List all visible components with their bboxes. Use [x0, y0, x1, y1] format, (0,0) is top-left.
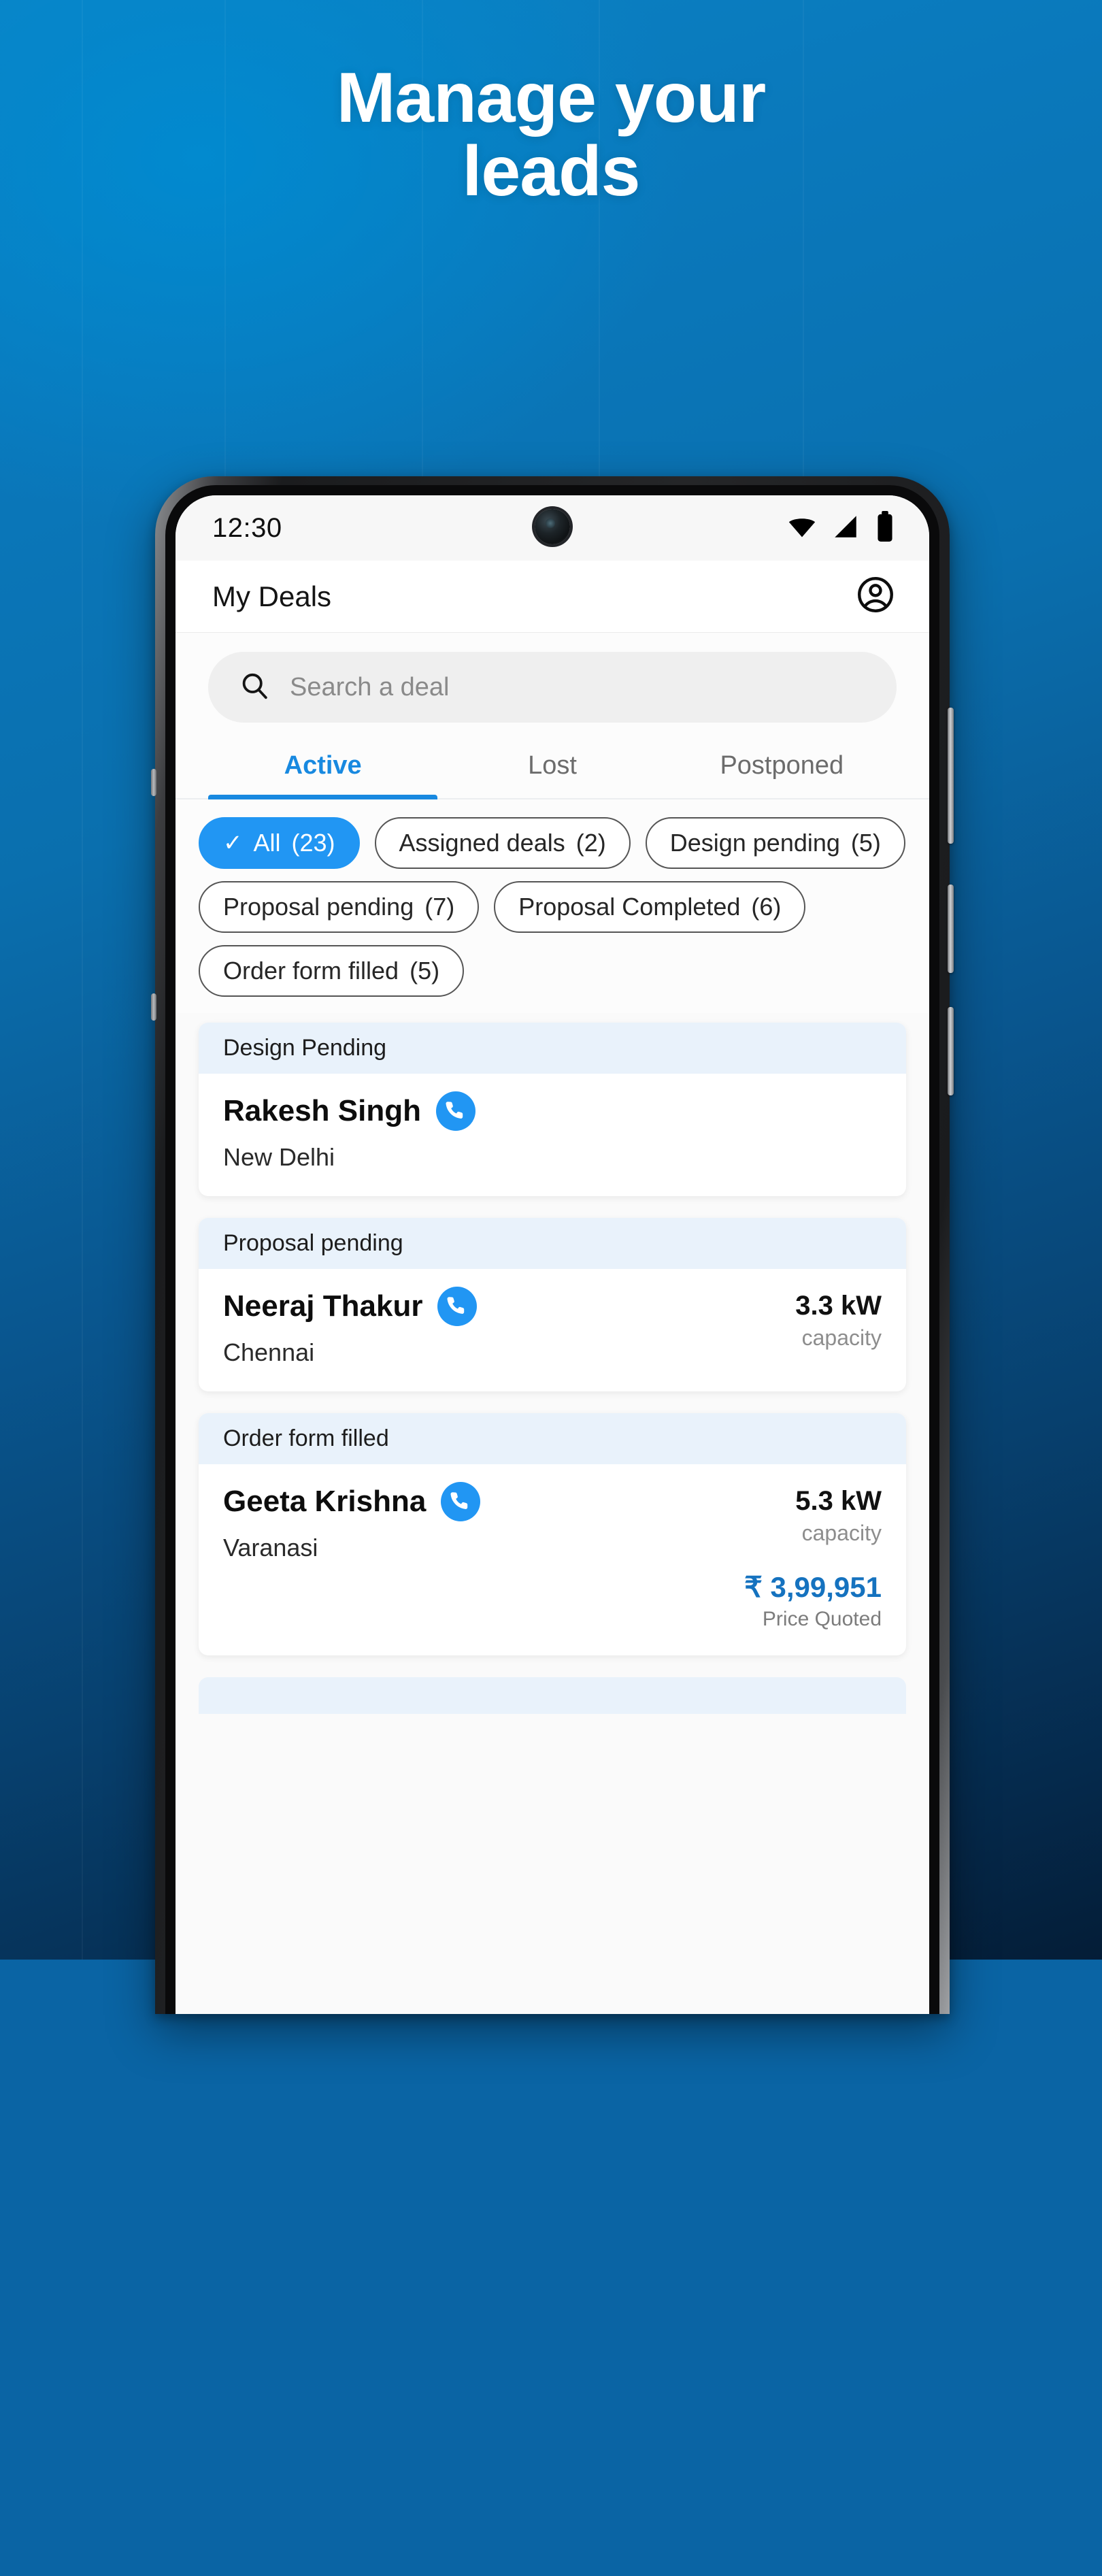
deal-price-value: ₹ 3,99,951: [744, 1571, 882, 1603]
search-section: Search a deal: [176, 633, 929, 731]
deal-city: Varanasi: [223, 1534, 318, 1562]
status-bar-time: 12:30: [212, 512, 282, 543]
deal-name-row: Rakesh Singh: [223, 1091, 688, 1131]
deal-card[interactable]: Proposal pending Neeraj Thakur Chennai 3…: [199, 1218, 906, 1391]
check-icon: ✓: [223, 830, 243, 856]
chip-label: Proposal Completed: [518, 893, 741, 921]
deal-name-row: Geeta Krishna: [223, 1482, 688, 1521]
deal-status-header: Design Pending: [199, 1023, 906, 1074]
chip-label: Assigned deals: [399, 829, 565, 857]
wifi-icon: [786, 511, 818, 546]
deal-metrics: 5.3 kW capacity ₹ 3,99,951 Price Quoted: [705, 1482, 882, 1631]
headline-line-1: Manage your: [336, 59, 766, 137]
hero-headline: Manage your leads: [0, 61, 1102, 208]
tab-bar: Active Lost Postponed: [176, 731, 929, 799]
deal-metrics: 3.3 kW capacity: [705, 1287, 882, 1351]
deal-name-row: Neeraj Thakur: [223, 1287, 688, 1326]
phone-left-button-upper[interactable]: [151, 769, 156, 796]
deal-primary-info: Neeraj Thakur Chennai: [223, 1287, 688, 1367]
deal-status-header: Order form filled: [199, 1413, 906, 1464]
filter-chip-assigned-deals[interactable]: Assigned deals (2): [374, 817, 631, 869]
chip-label: Proposal pending: [223, 893, 414, 921]
phone-power-button[interactable]: [948, 885, 954, 973]
filter-chip-order-form-filled[interactable]: Order form filled (5): [199, 945, 465, 997]
chip-count: (5): [410, 957, 440, 985]
deal-primary-info: Rakesh Singh New Delhi: [223, 1091, 688, 1172]
deal-customer-name: Neeraj Thakur: [223, 1289, 423, 1323]
account-circle-icon[interactable]: [854, 574, 897, 619]
filter-chip-proposal-completed[interactable]: Proposal Completed (6): [494, 881, 806, 933]
search-placeholder: Search a deal: [290, 672, 450, 701]
chip-count: (5): [850, 829, 881, 857]
deal-capacity-label: capacity: [801, 1325, 882, 1350]
deal-status-header: Proposal pending: [199, 1218, 906, 1269]
deal-primary-info: Geeta Krishna Varanasi: [223, 1482, 688, 1562]
phone-volume-button[interactable]: [948, 708, 954, 844]
filter-chip-proposal-pending[interactable]: Proposal pending (7): [199, 881, 480, 933]
page-title: My Deals: [212, 580, 332, 612]
phone-mockup: 12:30 My Deals Search a deal Active Lost…: [151, 476, 954, 2014]
tab-postponed[interactable]: Postponed: [667, 731, 897, 798]
chip-count: (23): [291, 829, 335, 857]
phone-call-icon[interactable]: [441, 1482, 481, 1521]
search-icon: [238, 670, 271, 706]
cellular-signal-icon: [831, 512, 860, 544]
front-camera-punch-hole: [535, 509, 570, 544]
tab-lost[interactable]: Lost: [437, 731, 667, 798]
battery-icon: [873, 510, 897, 546]
chip-count: (7): [424, 893, 455, 921]
deal-customer-name: Rakesh Singh: [223, 1094, 421, 1127]
deal-card[interactable]: Order form filled Geeta Krishna Varanasi: [199, 1413, 906, 1655]
phone-screen: 12:30 My Deals Search a deal Active Lost…: [176, 495, 929, 2014]
deal-capacity-value: 5.3 kW: [795, 1486, 882, 1516]
phone-left-button-lower[interactable]: [151, 993, 156, 1021]
filter-chip-design-pending[interactable]: Design pending (5): [645, 817, 905, 869]
deal-city: New Delhi: [223, 1143, 335, 1171]
deal-capacity-label: capacity: [801, 1521, 882, 1545]
chip-label: Design pending: [669, 829, 840, 857]
phone-call-icon[interactable]: [435, 1091, 475, 1131]
deal-metrics: [705, 1091, 882, 1095]
status-bar: 12:30: [176, 495, 929, 561]
headline-line-2: leads: [462, 132, 641, 212]
deal-list: Design Pending Rakesh Singh New Delhi Pr…: [176, 1013, 929, 1714]
tab-active[interactable]: Active: [208, 731, 438, 799]
deal-card-body: Rakesh Singh New Delhi: [199, 1074, 906, 1196]
search-input[interactable]: Search a deal: [208, 652, 897, 723]
deal-city: Chennai: [223, 1338, 315, 1366]
chip-label: Order form filled: [223, 957, 399, 985]
chip-label: All: [253, 829, 281, 857]
app-bar: My Deals: [176, 561, 929, 633]
status-bar-icons: [786, 510, 897, 546]
phone-extra-button[interactable]: [948, 1007, 954, 1095]
deal-card-partial[interactable]: [199, 1677, 906, 1714]
background-stripe: [82, 0, 83, 1960]
phone-call-icon[interactable]: [437, 1287, 478, 1326]
deal-price-label: Price Quoted: [762, 1608, 882, 1630]
deal-card-body: Neeraj Thakur Chennai 3.3 kW capacity: [199, 1269, 906, 1391]
chip-count: (6): [751, 893, 782, 921]
chip-count: (2): [575, 829, 606, 857]
deal-card-body: Geeta Krishna Varanasi 5.3 kW capacity ₹…: [199, 1464, 906, 1655]
deal-customer-name: Geeta Krishna: [223, 1485, 427, 1518]
deal-capacity-value: 3.3 kW: [795, 1291, 882, 1321]
filter-chip-row: ✓ All (23) Assigned deals (2) Design pen…: [176, 799, 929, 1013]
filter-chip-all[interactable]: ✓ All (23): [199, 817, 360, 869]
deal-card[interactable]: Design Pending Rakesh Singh New Delhi: [199, 1023, 906, 1196]
